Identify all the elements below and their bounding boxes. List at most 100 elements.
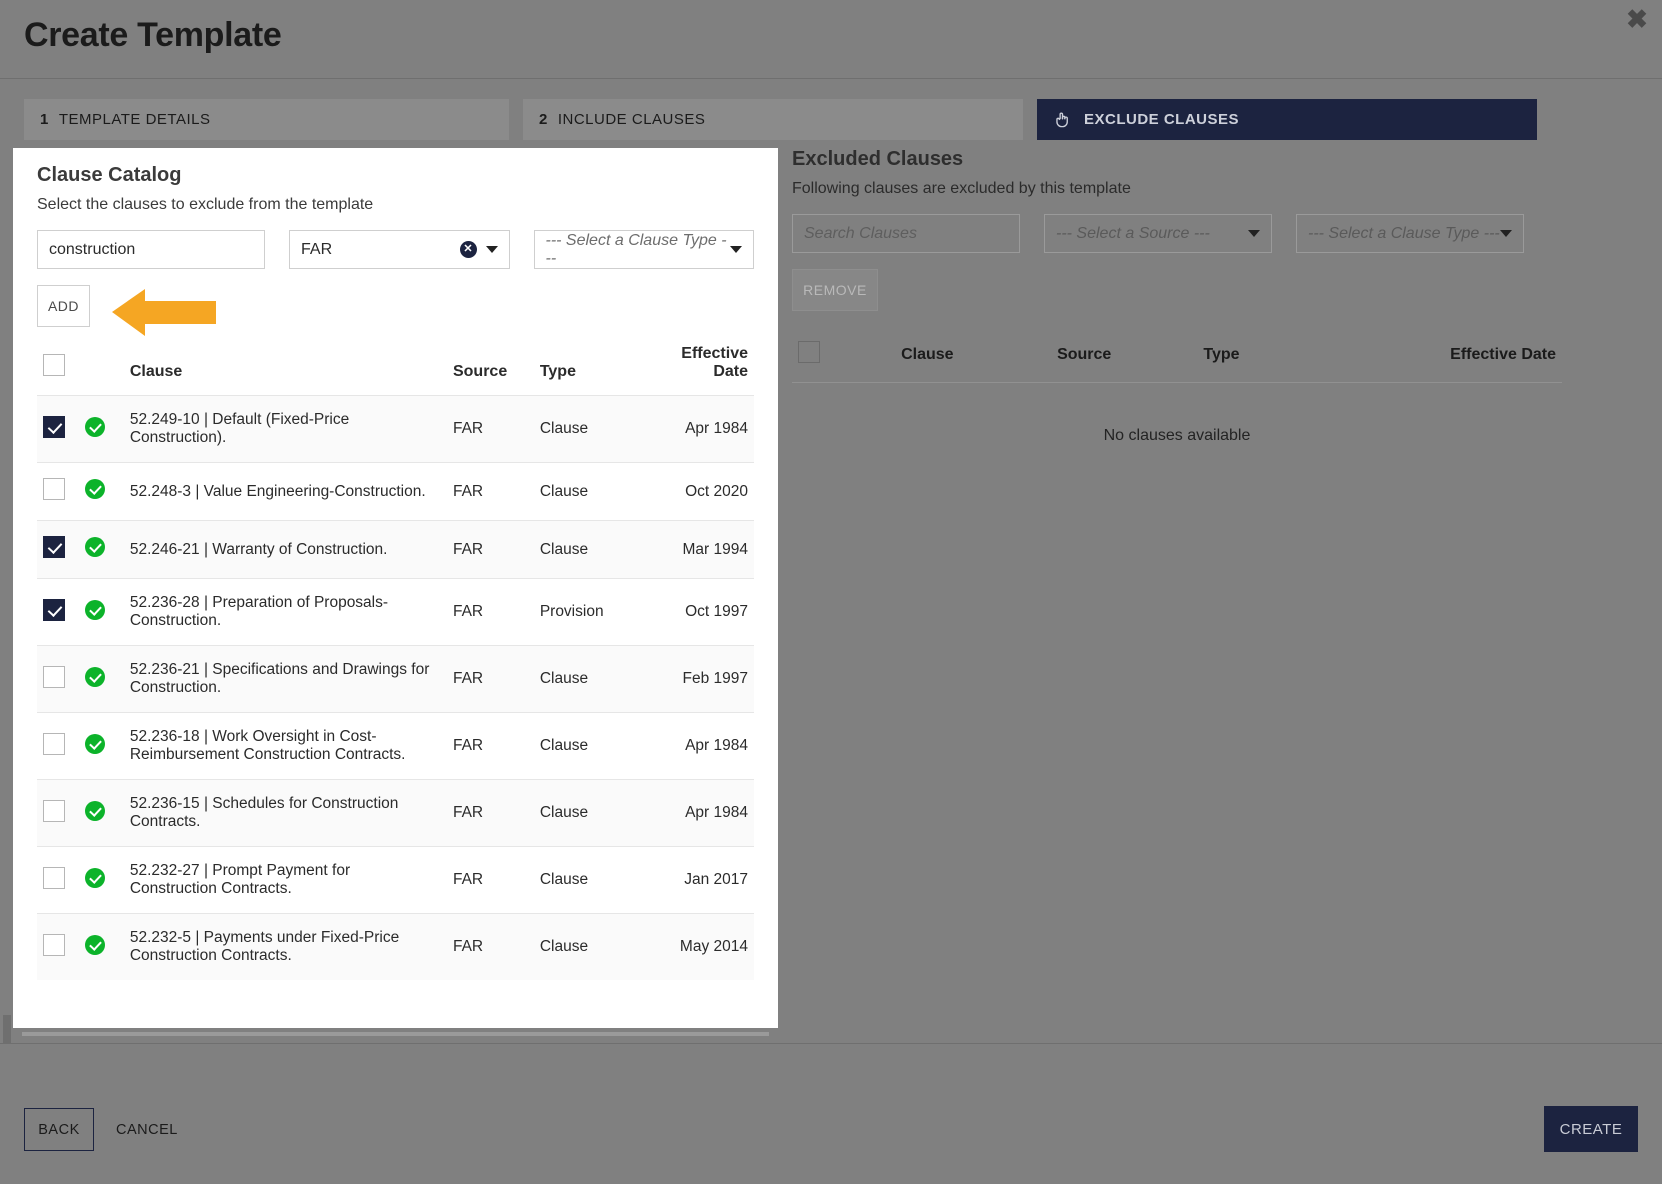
row-checkbox-cell (37, 578, 80, 646)
select-all-checkbox[interactable] (43, 354, 65, 376)
excluded-clauses-panel: Excluded Clauses Following clauses are e… (792, 148, 1562, 1028)
row-status-cell (79, 779, 124, 847)
row-source: FAR (446, 462, 534, 521)
row-clause: 52.232-27 | Prompt Payment for Construct… (123, 846, 447, 914)
modal-footer: BACK CANCEL CREATE (0, 1043, 1662, 1184)
remove-button[interactable]: REMOVE (792, 269, 878, 311)
horizontal-scrollbar[interactable] (13, 1029, 778, 1039)
chevron-down-icon (1500, 230, 1512, 237)
source-header: Source (1057, 345, 1112, 363)
chevron-down-icon (1248, 230, 1260, 237)
row-source: FAR (446, 846, 534, 914)
row-type: Clause (533, 520, 643, 579)
row-date: May 2014 (642, 913, 754, 980)
table-row[interactable]: 52.232-5 | Payments under Fixed-Price Co… (37, 913, 754, 980)
row-source: FAR (446, 520, 534, 579)
row-checkbox[interactable] (43, 415, 65, 438)
table-row[interactable]: 52.248-3 | Value Engineering-Constructio… (37, 462, 754, 521)
status-valid-icon (85, 537, 106, 557)
row-source: FAR (446, 913, 534, 980)
table-row[interactable]: 52.236-18 | Work Oversight in Cost-Reimb… (37, 712, 754, 780)
clause-catalog-body: 52.249-10 | Default (Fixed-Price Constru… (37, 395, 754, 980)
row-checkbox[interactable] (43, 933, 65, 956)
table-row[interactable]: 52.236-21 | Specifications and Drawings … (37, 645, 754, 713)
excluded-clauses-table: Clause Source Type Effective Date No cla… (792, 333, 1562, 489)
row-source: FAR (446, 395, 534, 463)
clear-source-icon[interactable]: ✕ (459, 241, 477, 258)
status-valid-icon (85, 416, 106, 437)
row-clause: 52.248-3 | Value Engineering-Constructio… (123, 462, 447, 521)
source-header: Source (452, 363, 508, 380)
clause-catalog-panel: Clause Catalog Select the clauses to exc… (13, 148, 778, 1028)
row-type: Clause (533, 395, 643, 463)
row-clause: 52.249-10 | Default (Fixed-Price Constru… (123, 395, 447, 463)
row-date: Feb 1997 (642, 645, 754, 713)
status-valid-icon (85, 867, 106, 888)
back-button[interactable]: BACK (24, 1108, 94, 1151)
annotation-arrow-icon (112, 289, 216, 336)
table-header-row: Clause Source Type Effective Date (792, 333, 1562, 383)
row-clause: 52.236-18 | Work Oversight in Cost-Reimb… (123, 712, 447, 780)
table-row[interactable]: 52.246-21 | Warranty of Construction. FA… (37, 520, 754, 579)
excluded-clauses-title: Excluded Clauses (792, 148, 964, 170)
row-date: Oct 1997 (642, 578, 754, 646)
row-type: Clause (533, 779, 643, 847)
table-row[interactable]: 52.249-10 | Default (Fixed-Price Constru… (37, 395, 754, 463)
tab-template-details[interactable]: 1 TEMPLATE DETAILS (24, 99, 509, 140)
select-all-header (792, 333, 850, 383)
page-title: Create Template (24, 16, 282, 54)
table-row[interactable]: 52.236-15 | Schedules for Construction C… (37, 779, 754, 847)
wizard-steps: 1 TEMPLATE DETAILS 2 INCLUDE CLAUSES EXC… (24, 99, 1540, 140)
clause-header: Clause (901, 345, 954, 363)
excluded-clause-type-value: --- Select a Clause Type --- (1308, 224, 1500, 242)
row-checkbox[interactable] (43, 665, 65, 688)
row-status-cell (79, 913, 124, 980)
row-type: Clause (533, 913, 643, 980)
row-clause: 52.236-21 | Specifications and Drawings … (123, 645, 447, 713)
row-checkbox[interactable] (43, 478, 65, 500)
row-date: Jan 2017 (642, 846, 754, 914)
clause-catalog-table: Clause Source Type Effective Date 52.249… (37, 337, 754, 980)
table-row[interactable]: 52.236-28 | Preparation of Proposals-Con… (37, 578, 754, 646)
catalog-source-value: FAR (301, 240, 333, 258)
scrollbar-thumb[interactable] (22, 1032, 769, 1036)
row-status-cell (79, 712, 124, 780)
row-date: Apr 1984 (642, 779, 754, 847)
tab-include-clauses[interactable]: 2 INCLUDE CLAUSES (523, 99, 1023, 140)
status-valid-icon (85, 479, 106, 499)
row-source: FAR (446, 712, 534, 780)
status-valid-icon (85, 599, 106, 620)
status-valid-icon (85, 666, 106, 687)
catalog-clause-type-select[interactable]: --- Select a Clause Type --- (533, 230, 754, 269)
excluded-search-input[interactable] (792, 214, 1020, 253)
create-button[interactable]: CREATE (1544, 1106, 1638, 1152)
row-checkbox[interactable] (43, 536, 65, 558)
row-status-cell (79, 645, 124, 713)
excluded-clause-type-select[interactable]: --- Select a Clause Type --- (1296, 214, 1524, 253)
modal-header: Create Template ✖ (0, 0, 1662, 79)
row-checkbox[interactable] (43, 732, 65, 755)
effective-date-header: Effective Date (1450, 345, 1556, 363)
type-header: Type (539, 363, 576, 380)
excluded-source-select[interactable]: --- Select a Source --- (1044, 214, 1272, 253)
row-checkbox[interactable] (43, 866, 65, 889)
clause-header: Clause (129, 363, 183, 380)
row-source: FAR (446, 779, 534, 847)
catalog-source-select[interactable]: FAR ✕ (289, 230, 510, 269)
add-button[interactable]: ADD (37, 285, 90, 327)
step-number: 1 (40, 111, 49, 128)
close-icon[interactable]: ✖ (1620, 2, 1654, 36)
row-clause: 52.246-21 | Warranty of Construction. (123, 520, 447, 579)
row-checkbox[interactable] (43, 799, 65, 822)
empty-state-row: No clauses available (792, 382, 1562, 489)
row-checkbox-cell (37, 520, 80, 579)
table-row[interactable]: 52.232-27 | Prompt Payment for Construct… (37, 846, 754, 914)
row-checkbox-cell (37, 462, 80, 521)
select-all-checkbox[interactable] (798, 341, 820, 363)
row-status-cell (79, 578, 124, 646)
row-checkbox[interactable] (43, 598, 65, 621)
catalog-search-input[interactable] (37, 230, 265, 269)
cancel-button[interactable]: CANCEL (108, 1108, 186, 1151)
row-checkbox-cell (37, 645, 80, 713)
tab-exclude-clauses[interactable]: EXCLUDE CLAUSES (1037, 99, 1537, 140)
